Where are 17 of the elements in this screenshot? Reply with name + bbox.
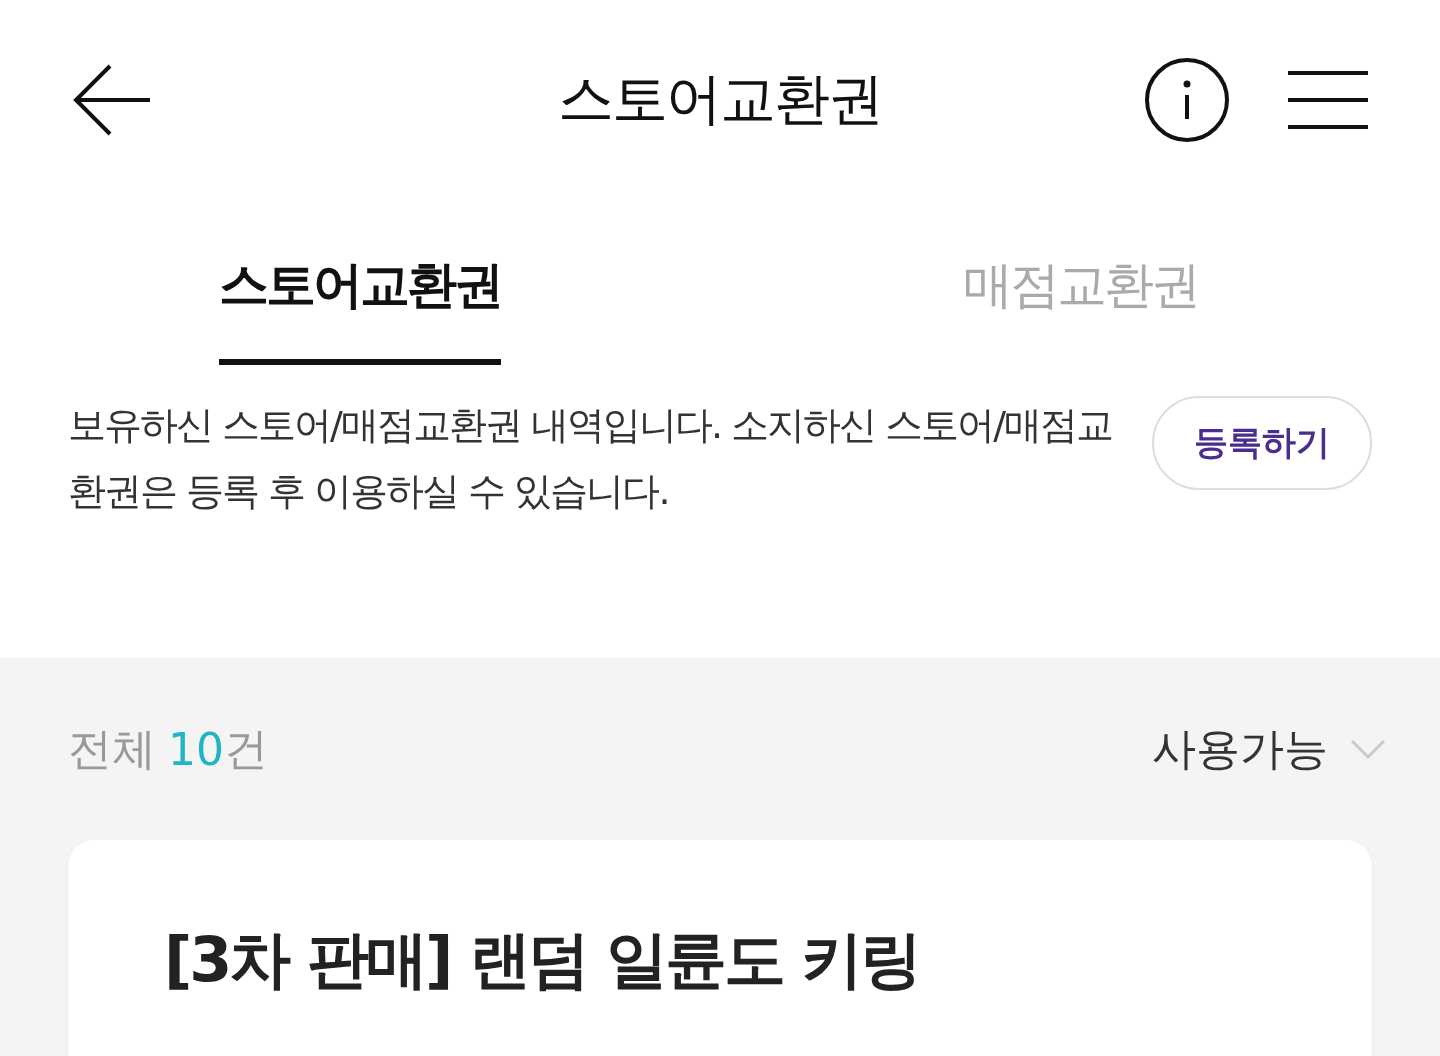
tab[interactable]: 스토어교환권 xyxy=(0,200,720,370)
menu-icon xyxy=(1288,70,1368,130)
total-count: 10 xyxy=(168,723,224,775)
register-button[interactable]: 등록하기 xyxy=(1152,396,1372,490)
total-label: 전체 xyxy=(68,721,156,776)
status-filter[interactable]: 사용가능 xyxy=(1152,719,1386,779)
notice-text: 보유하신 스토어/매점교환권 내역입니다. 소지하신 스토어/매점교환권은 등록 후 이용하실 수 있습니다. xyxy=(68,402,1112,515)
count-unit: 건 xyxy=(224,721,268,776)
voucher-title: [3차 판매] 랜덤 일륜도 키링 xyxy=(164,922,921,998)
back-button[interactable] xyxy=(72,64,152,136)
voucher-card[interactable]: [3차 판매] 랜덤 일륜도 키링 xyxy=(68,840,1372,1056)
info-icon xyxy=(1144,57,1230,143)
chevron-down-icon xyxy=(1350,739,1386,759)
back-arrow-icon xyxy=(72,64,152,136)
page-title: 스토어교환권 xyxy=(558,65,882,133)
info-button[interactable] xyxy=(1144,57,1230,143)
menu-button[interactable] xyxy=(1288,70,1368,130)
